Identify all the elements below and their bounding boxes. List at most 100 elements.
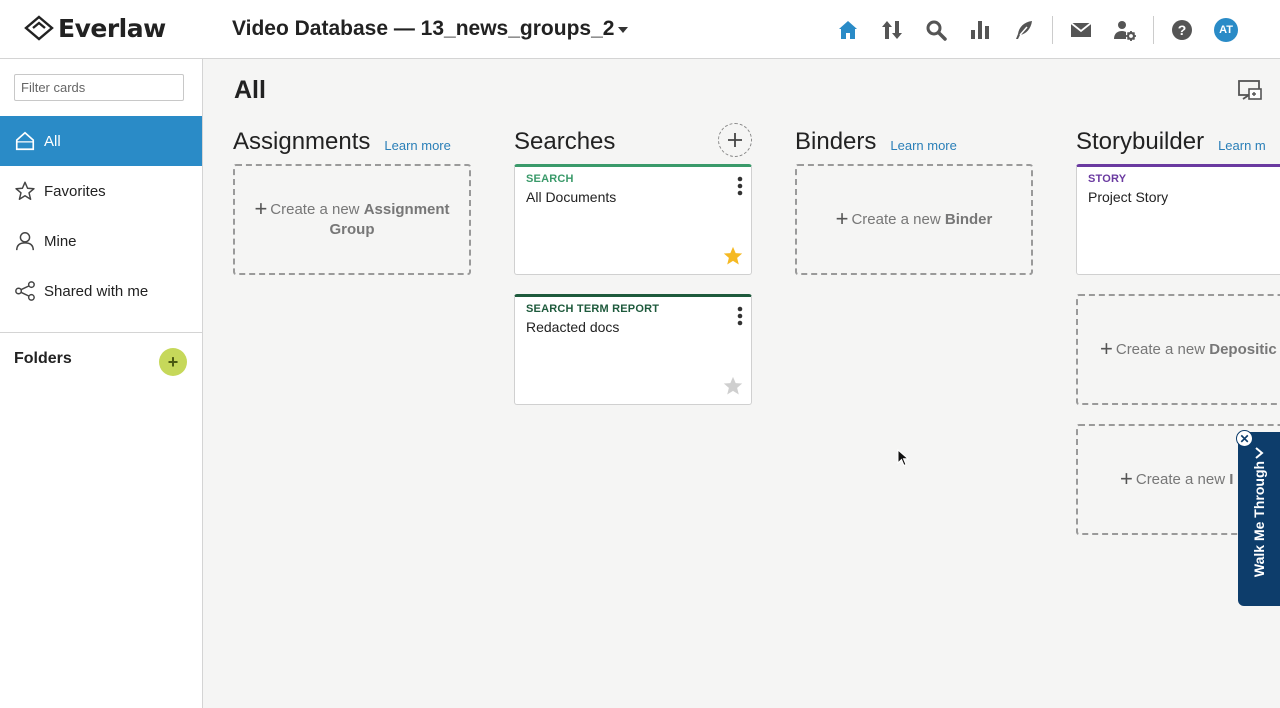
card-name: Redacted docs <box>526 319 620 335</box>
column-header: Storybuilder Learn m <box>1076 121 1280 163</box>
sidebar-item-favorites[interactable]: Favorites <box>0 166 202 216</box>
column-title: Assignments <box>233 128 371 155</box>
header-nav: ? AT <box>826 12 1248 48</box>
column-title: Storybuilder <box>1076 128 1205 155</box>
add-search-button[interactable] <box>718 123 752 157</box>
user-menu-button[interactable]: AT <box>1204 12 1248 48</box>
home-outline-icon <box>15 131 35 151</box>
top-bar: Everlaw Video Database — 13_news_groups_… <box>0 0 1280 59</box>
walk-me-close-button[interactable]: ✕ <box>1236 430 1253 447</box>
nav-separator <box>1052 16 1053 44</box>
create-prefix: Create a new <box>851 211 941 228</box>
plus-icon: + <box>835 206 849 231</box>
create-prefix: Create a new <box>1135 471 1226 488</box>
card-name: Project Story <box>1088 189 1169 205</box>
svg-text:?: ? <box>1178 22 1187 38</box>
search-nav-button[interactable] <box>914 12 958 48</box>
mouse-cursor-icon <box>897 449 909 467</box>
feather-pen-icon <box>1016 21 1032 39</box>
searches-column: Searches SEARCH All Documents SEARCH TER… <box>514 121 752 405</box>
plus-icon <box>728 133 742 147</box>
plus-icon: + <box>254 196 268 221</box>
search-term-report-card[interactable]: SEARCH TERM REPORT Redacted docs <box>514 294 752 405</box>
folders-heading: Folders <box>14 350 72 367</box>
column-title: Searches <box>514 128 616 155</box>
create-card-text: + Create a new Assignment Group <box>247 196 457 240</box>
mail-icon <box>1070 22 1092 37</box>
walk-me-through-tab[interactable]: Walk Me Through <box>1238 432 1280 606</box>
sidebar-item-mine[interactable]: Mine <box>0 216 202 266</box>
learn-more-link[interactable]: Learn m <box>1218 138 1266 153</box>
search-card[interactable]: SEARCH All Documents <box>514 164 752 275</box>
column-header: Binders Learn more <box>795 121 1033 163</box>
star-empty-icon[interactable] <box>722 375 744 397</box>
home-icon <box>839 21 857 39</box>
presentation-mode-icon[interactable] <box>1237 78 1263 104</box>
binders-column: Binders Learn more + Create a new Binder <box>795 121 1033 275</box>
storybuilder-button[interactable] <box>1002 12 1046 48</box>
user-settings-icon <box>1114 21 1136 41</box>
sidebar-item-all[interactable]: All <box>0 116 202 166</box>
card-name: All Documents <box>526 189 617 205</box>
project-settings-button[interactable] <box>1103 12 1147 48</box>
nav-separator <box>1153 16 1154 44</box>
caret-down-icon[interactable] <box>615 22 631 38</box>
column-title: Binders <box>795 128 877 155</box>
sidebar-nav: All Favorites Mine Shared with me <box>0 116 202 316</box>
sidebar-divider <box>0 332 202 333</box>
person-icon <box>16 232 34 251</box>
create-card-text: + Create a new Depositic <box>1100 336 1277 361</box>
sidebar-item-label: All <box>44 132 61 150</box>
create-card-text: + Create a new I <box>1120 466 1234 491</box>
page-title: All <box>234 76 266 104</box>
create-card-text: + Create a new Binder <box>835 206 993 231</box>
create-target: Depositic <box>1209 341 1277 358</box>
star-outline-icon <box>15 181 35 200</box>
avatar: AT <box>1214 18 1238 42</box>
upload-download-icon <box>882 21 902 39</box>
create-assignment-group-card[interactable]: + Create a new Assignment Group <box>233 164 471 275</box>
learn-more-link[interactable]: Learn more <box>384 138 450 153</box>
sidebar-item-label: Favorites <box>44 182 106 200</box>
learn-more-link[interactable]: Learn more <box>890 138 956 153</box>
card-type: SEARCH TERM REPORT <box>526 303 660 315</box>
share-icon <box>15 281 35 301</box>
create-binder-card[interactable]: + Create a new Binder <box>795 164 1033 275</box>
sidebar: All Favorites Mine Shared with me Folder… <box>0 59 203 708</box>
create-prefix: Create a new <box>270 201 360 218</box>
walk-me-through-label: Walk Me Through <box>1251 460 1267 578</box>
column-header: Assignments Learn more <box>233 121 471 163</box>
filter-cards-input[interactable] <box>14 74 184 101</box>
everlaw-logo[interactable]: Everlaw <box>24 13 166 43</box>
chevron-right-icon <box>1255 447 1264 459</box>
card-type: STORY <box>1088 173 1127 185</box>
star-filled-icon[interactable] <box>722 245 744 267</box>
analytics-button[interactable] <box>958 12 1002 48</box>
create-target: Binder <box>944 211 993 228</box>
story-card[interactable]: STORY Project Story <box>1076 164 1280 275</box>
messages-button[interactable] <box>1059 12 1103 48</box>
plus-icon: + <box>1120 466 1133 491</box>
create-target: I <box>1229 471 1234 488</box>
sidebar-item-label: Mine <box>44 232 77 250</box>
sidebar-item-shared-with-me[interactable]: Shared with me <box>0 266 202 316</box>
create-prefix: Create a new <box>1115 341 1206 358</box>
help-icon: ? <box>1172 20 1192 40</box>
home-nav-button[interactable] <box>826 12 870 48</box>
upload-download-button[interactable] <box>870 12 914 48</box>
bar-chart-icon <box>971 21 989 39</box>
assignments-column: Assignments Learn more + Create a new Ass… <box>233 121 471 275</box>
help-button[interactable]: ? <box>1160 12 1204 48</box>
card-type: SEARCH <box>526 173 574 185</box>
database-title[interactable]: Video Database — 13_news_groups_2 <box>232 17 614 41</box>
logo-text: Everlaw <box>58 13 166 43</box>
create-deposition-card[interactable]: + Create a new Depositic <box>1076 294 1280 405</box>
kebab-menu-icon[interactable] <box>735 175 745 197</box>
plus-icon: + <box>1100 336 1113 361</box>
search-icon <box>926 20 947 41</box>
sidebar-item-label: Shared with me <box>44 282 149 300</box>
add-folder-button[interactable]: + <box>159 348 187 376</box>
everlaw-diamond-icon <box>24 15 54 41</box>
main-content: All Assignments Learn more + Create a new… <box>203 59 1280 708</box>
kebab-menu-icon[interactable] <box>735 305 745 327</box>
